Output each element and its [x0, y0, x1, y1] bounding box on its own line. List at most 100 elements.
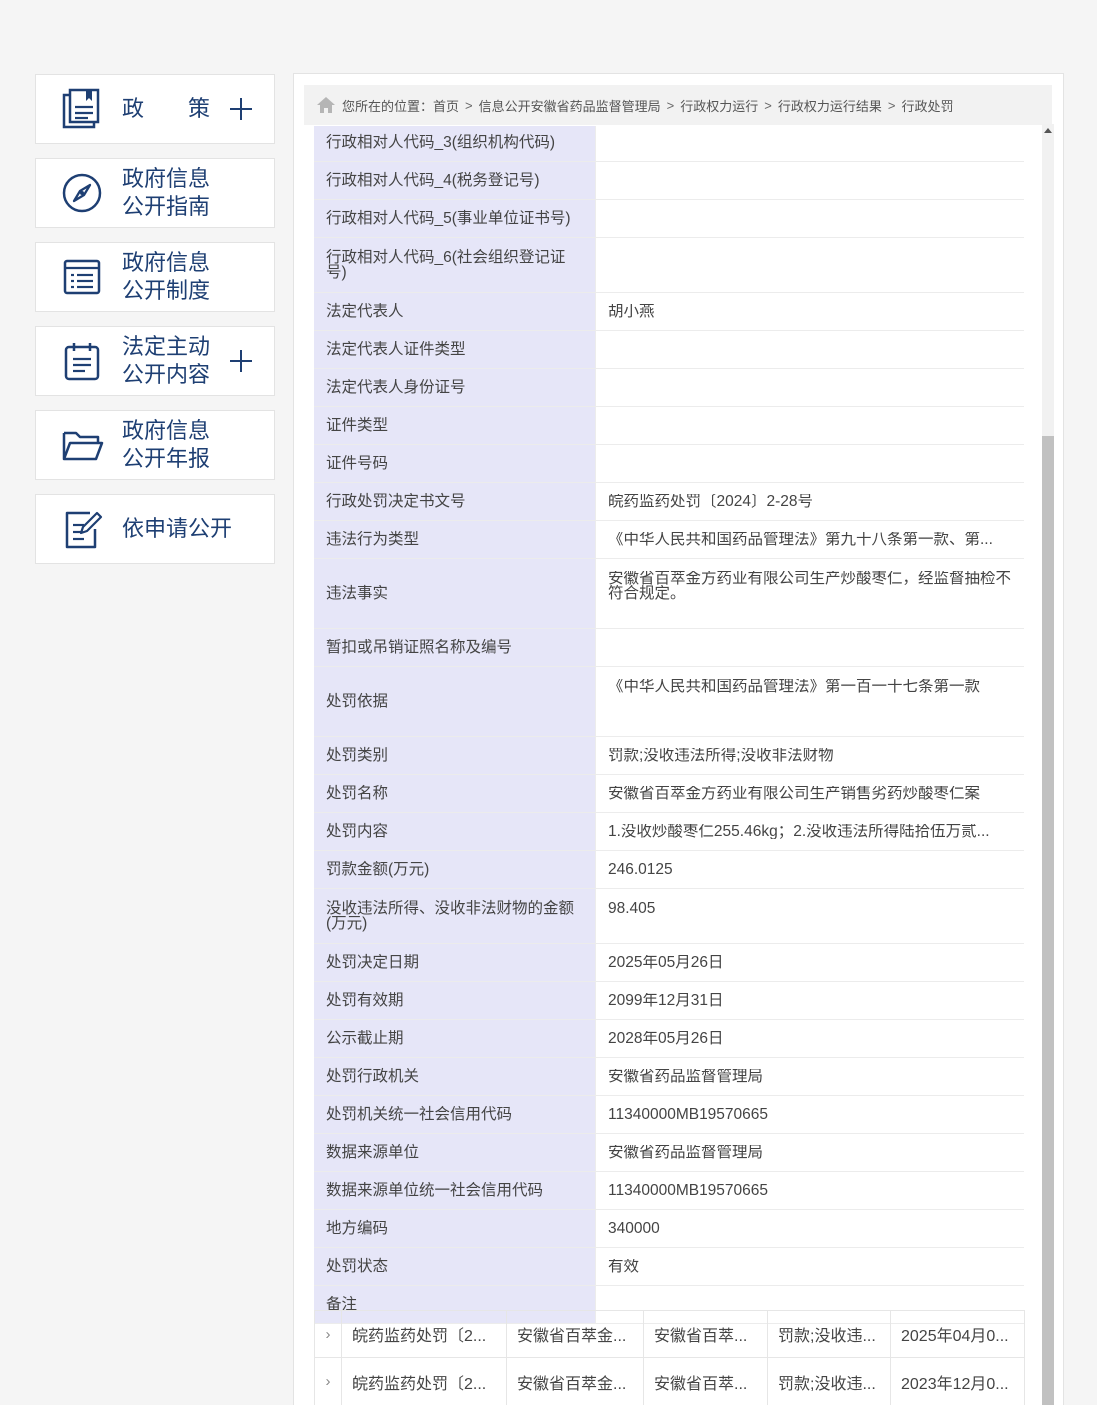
breadcrumb-separator: >	[887, 97, 896, 113]
chevron-right-icon[interactable]: ›	[315, 1358, 341, 1405]
list-doc-icon	[63, 259, 101, 295]
detail-row: 违法事实 安徽省百萃金方药业有限公司生产炒酸枣仁，经监督抽检不符合规定。	[314, 559, 1024, 629]
sidebar-item-system[interactable]: 政府信息 公开制度	[35, 242, 275, 312]
result-doc-number-text: 皖药监药处罚〔2...	[352, 1328, 487, 1345]
breadcrumb-item[interactable]: 行政权力运行结果	[778, 96, 882, 115]
detail-row: 证件类型	[314, 407, 1024, 445]
detail-row: 数据来源单位 安徽省药品监督管理局	[314, 1134, 1024, 1172]
detail-row: 罚款金额(万元) 246.0125	[314, 851, 1024, 889]
detail-value-text: 1.没收炒酸枣仁255.46kg；2.没收违法所得陆拾伍万贰...	[608, 824, 990, 839]
detail-key: 处罚类别	[314, 737, 595, 774]
detail-key: 处罚状态	[314, 1248, 595, 1285]
result-category: 罚款;没收违...	[767, 1311, 890, 1357]
detail-value: 罚款;没收违法所得;没收非法财物	[595, 737, 1024, 774]
chevron-right-icon[interactable]: ›	[315, 1311, 341, 1357]
detail-value-text: 2028年05月26日	[608, 1031, 724, 1046]
detail-row: 法定代表人身份证号	[314, 369, 1024, 407]
scroll-up-arrow-icon[interactable]	[1044, 128, 1052, 133]
result-row[interactable]: › 皖药监药处罚〔2... 安徽省百萃金... 安徽省百萃... 罚款;没收违... 20…	[314, 1358, 1025, 1405]
detail-value: 安徽省百萃金方药业有限公司生产销售劣药炒酸枣仁案	[595, 775, 1024, 812]
sidebar-item-label: 政府信息 公开指南	[122, 166, 211, 219]
breadcrumb-separator: >	[764, 97, 772, 113]
detail-value	[595, 407, 1024, 444]
plus-icon[interactable]	[228, 96, 254, 122]
detail-row: 法定代表人 胡小燕	[314, 293, 1024, 331]
detail-row: 数据来源单位统一社会信用代码 11340000MB19570665	[314, 1172, 1024, 1210]
detail-key: 处罚有效期	[314, 982, 595, 1019]
detail-row: 处罚内容 1.没收炒酸枣仁255.46kg；2.没收违法所得陆拾伍万贰...	[314, 813, 1024, 851]
detail-key: 处罚依据	[314, 667, 595, 736]
main-panel: 您所在的位置： 首页 > 信息公开安徽省药品监督管理局 > 行政权力运行 > 行…	[293, 73, 1064, 1405]
result-row[interactable]: › 皖药监药处罚〔2... 安徽省百萃金... 安徽省百萃... 罚款;没收违... 20…	[314, 1310, 1025, 1358]
detail-key: 数据来源单位	[314, 1134, 595, 1171]
detail-value	[595, 238, 1024, 292]
detail-value: 246.0125	[595, 851, 1024, 888]
breadcrumb-item[interactable]: 信息公开安徽省药品监督管理局	[479, 96, 661, 115]
sidebar-item-guide[interactable]: 政府信息 公开指南	[35, 158, 275, 228]
detail-scroll-area[interactable]: 行政相对人代码_3(组织机构代码) 行政相对人代码_4(税务登记号) 行政相对人代码…	[314, 126, 1044, 1405]
detail-value-text: 皖药监药处罚〔2024〕2-28号	[608, 494, 814, 509]
sidebar-item-annual-report[interactable]: 政府信息 公开年报	[35, 410, 275, 480]
result-party: 安徽省百萃金...	[506, 1358, 643, 1405]
sidebar-item-policy[interactable]: 政策	[35, 74, 275, 144]
detail-value-text: 《中华人民共和国药品管理法》第一百一十七条第一款	[608, 679, 981, 694]
detail-value-text: 安徽省百萃金方药业有限公司生产炒酸枣仁，经监督抽检不符合规定。	[608, 571, 1012, 601]
detail-key: 行政相对人代码_5(事业单位证书号)	[314, 200, 595, 237]
detail-value: 2028年05月26日	[595, 1020, 1024, 1057]
scrollbar-thumb[interactable]	[1042, 436, 1054, 1405]
detail-row: 处罚类别 罚款;没收违法所得;没收非法财物	[314, 737, 1024, 775]
breadcrumb-item[interactable]: 行政权力运行	[680, 96, 758, 115]
result-party-text: 安徽省百萃金...	[517, 1328, 627, 1345]
detail-key: 法定代表人证件类型	[314, 331, 595, 368]
detail-key: 数据来源单位统一社会信用代码	[314, 1172, 595, 1209]
result-doc-number-text: 皖药监药处罚〔2...	[352, 1375, 487, 1393]
detail-value: 1.没收炒酸枣仁255.46kg；2.没收违法所得陆拾伍万贰...	[595, 813, 1024, 850]
sidebar: 政策 政府信息 公开指南 政府信息 公开制度 法定主动 公开内容 政府信息 公开…	[35, 74, 275, 578]
detail-value-text: 罚款;没收违法所得;没收非法财物	[608, 748, 834, 763]
detail-row: 处罚名称 安徽省百萃金方药业有限公司生产销售劣药炒酸枣仁案	[314, 775, 1024, 813]
detail-value-text: 胡小燕	[608, 304, 655, 319]
home-icon[interactable]	[316, 96, 336, 114]
sidebar-item-label: 政府信息 公开制度	[122, 250, 211, 303]
detail-value-text: 有效	[608, 1259, 640, 1274]
breadcrumb: 您所在的位置： 首页 > 信息公开安徽省药品监督管理局 > 行政权力运行 > 行…	[304, 85, 1052, 125]
detail-row: 处罚状态 有效	[314, 1248, 1024, 1286]
detail-row: 处罚依据 《中华人民共和国药品管理法》第一百一十七条第一款	[314, 667, 1024, 737]
result-name: 安徽省百萃...	[643, 1311, 767, 1357]
result-category-text: 罚款;没收违...	[778, 1328, 876, 1345]
breadcrumb-item[interactable]: 行政处罚	[901, 96, 953, 115]
detail-value	[595, 200, 1024, 237]
detail-value	[595, 369, 1024, 406]
detail-row: 行政相对人代码_6(社会组织登记证号)	[314, 238, 1024, 293]
result-doc-number: 皖药监药处罚〔2...	[341, 1358, 506, 1405]
detail-value-text: 11340000MB19570665	[608, 1107, 769, 1122]
result-category-text: 罚款;没收违...	[778, 1375, 876, 1393]
detail-value: 《中华人民共和国药品管理法》第九十八条第一款、第...	[595, 521, 1024, 558]
detail-key: 处罚机关统一社会信用代码	[314, 1096, 595, 1133]
sidebar-item-apply[interactable]: 依申请公开	[35, 494, 275, 564]
result-doc-number: 皖药监药处罚〔2...	[341, 1311, 506, 1357]
detail-key: 证件类型	[314, 407, 595, 444]
breadcrumb-separator: >	[465, 97, 473, 113]
detail-value: 安徽省药品监督管理局	[595, 1134, 1024, 1171]
scrollbar[interactable]	[1042, 124, 1054, 1405]
detail-value-text: 340000	[608, 1221, 660, 1236]
detail-key: 地方编码	[314, 1210, 595, 1247]
detail-key: 法定代表人	[314, 293, 595, 330]
detail-key: 行政相对人代码_4(税务登记号)	[314, 162, 595, 199]
result-date-text: 2025年04月0...	[901, 1328, 1009, 1345]
detail-key: 行政处罚决定书文号	[314, 483, 595, 520]
plus-icon[interactable]	[228, 348, 254, 374]
detail-value-text: 安徽省药品监督管理局	[608, 1069, 764, 1084]
detail-row: 证件号码	[314, 445, 1024, 483]
detail-key: 处罚决定日期	[314, 944, 595, 981]
sidebar-item-mandatory[interactable]: 法定主动 公开内容	[35, 326, 275, 396]
edit-icon	[65, 511, 103, 549]
breadcrumb-prefix: 您所在的位置：	[342, 98, 434, 114]
detail-value: 胡小燕	[595, 293, 1024, 330]
result-list: › 皖药监药处罚〔2... 安徽省百萃金... 安徽省百萃... 罚款;没收违... 20…	[314, 1310, 1025, 1405]
breadcrumb-home[interactable]: 首页	[433, 96, 459, 115]
detail-value	[595, 445, 1024, 482]
detail-value: 皖药监药处罚〔2024〕2-28号	[595, 483, 1024, 520]
detail-row: 处罚决定日期 2025年05月26日	[314, 944, 1024, 982]
